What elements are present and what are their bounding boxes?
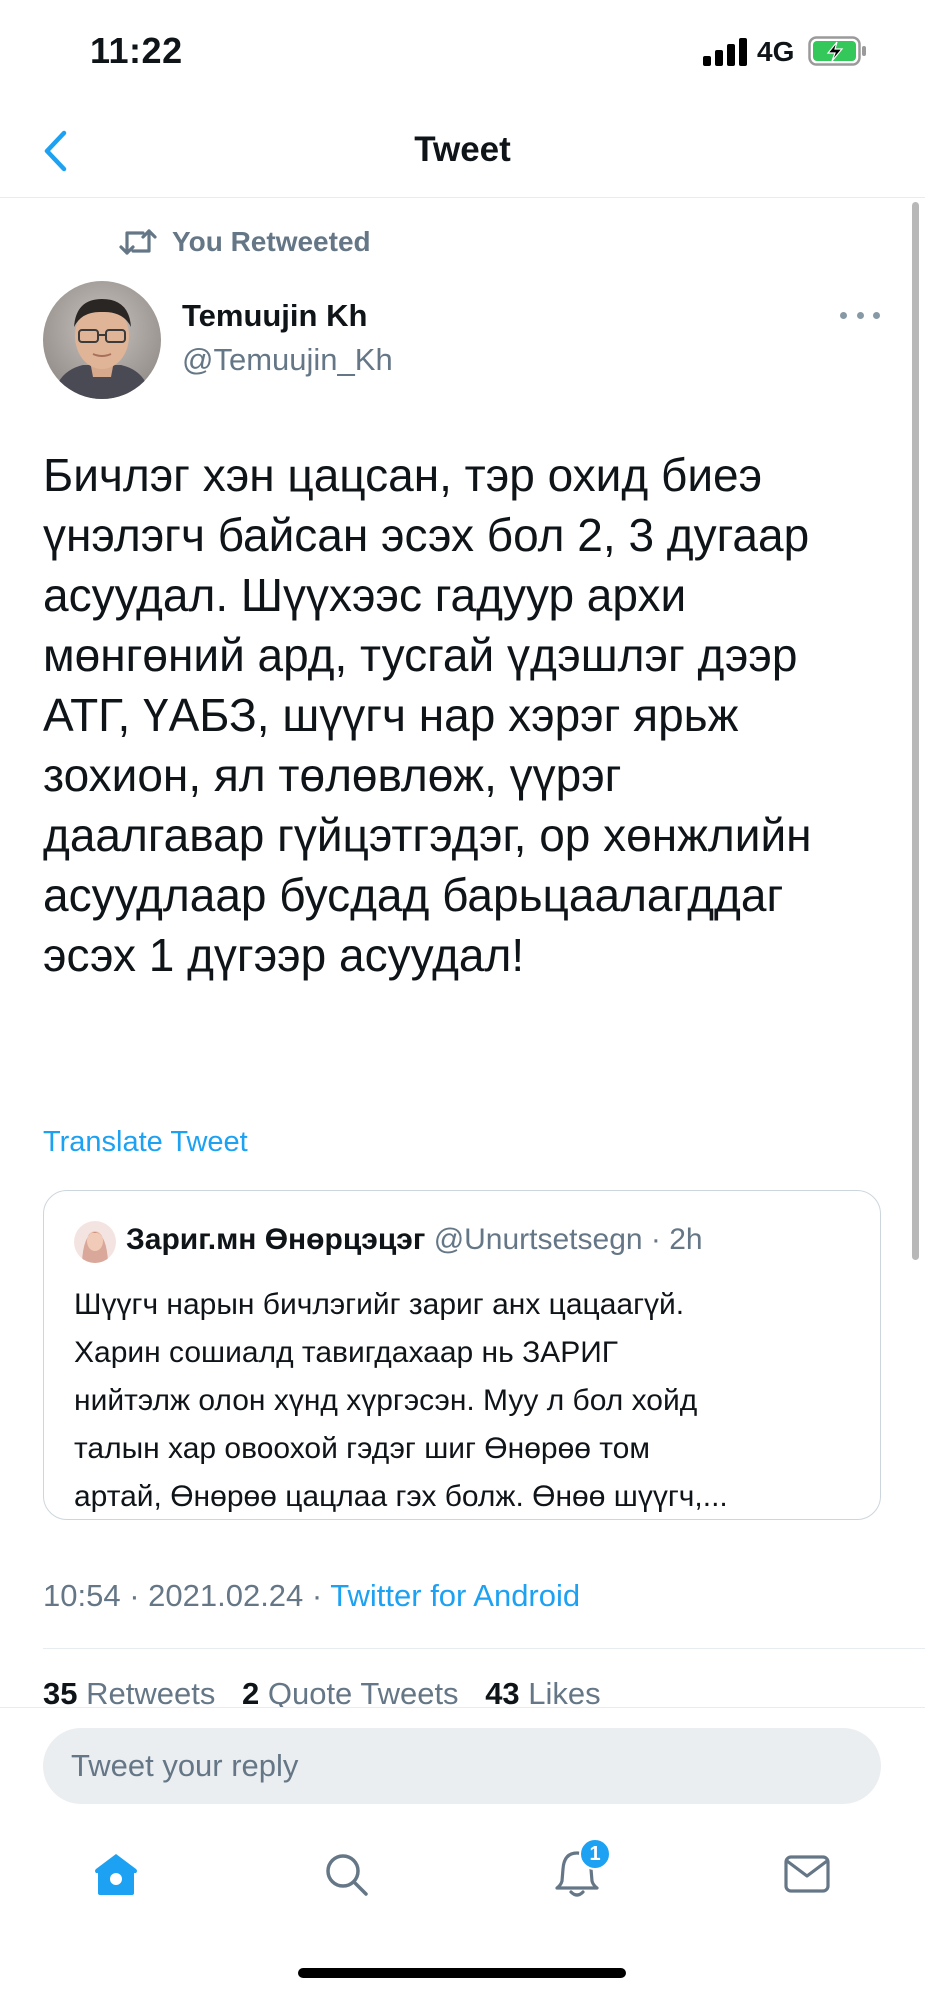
tweet-text-line: АТГ, ҮАБЗ, шүүгч нар хэрэг ярьж (43, 689, 739, 741)
quote-author-name: Зариг.мн Өнөрцэцэг (126, 1223, 426, 1256)
tab-home[interactable] (86, 1844, 146, 1904)
tweet-text-line: асуудал. Шүүхээс гадуур архи (43, 569, 687, 621)
quote-author-handle: @Unurtsetsegn (433, 1223, 643, 1256)
notifications-badge: 1 (579, 1838, 611, 1870)
quote-text-line: талын хар овоохой гэдэг шиг Өнөрөө том (74, 1432, 650, 1465)
retweets-label: Retweets (86, 1676, 216, 1711)
reply-bar (0, 1707, 925, 1807)
quote-tweets-label: Quote Tweets (267, 1676, 459, 1711)
tweet-text-line: Бичлэг хэн цацсан, тэр охид биеэ (43, 449, 763, 501)
quote-avatar (74, 1221, 116, 1263)
tweet-text-line: эсэх 1 дүгээр асуудал! (43, 929, 525, 981)
likes-count: 43 (485, 1676, 520, 1711)
likes-label: Likes (528, 1676, 601, 1711)
home-indicator[interactable] (298, 1968, 626, 1978)
tab-bar: 1 (0, 1820, 925, 1930)
quote-text-line: нийтэлж олон хүнд хүргэсэн. Муу л бол хо… (74, 1384, 698, 1417)
more-dot-icon (873, 311, 880, 319)
author-avatar[interactable] (43, 281, 161, 399)
home-icon (95, 1854, 137, 1895)
quote-text-line: артай, Өнөрөө цацлаа гэх болж. Өнөө шүүг… (74, 1480, 728, 1513)
tweet-text: Бичлэг хэн цацсан, тэр охид биеэ үнэлэгч… (43, 445, 893, 985)
meta-separator: · (303, 1578, 331, 1613)
tweet-text-line: мөнгөний ард, тусгай үдэшлэг дээр (43, 629, 798, 681)
divider (43, 1648, 925, 1649)
quote-tweets-stat[interactable]: 2 Quote Tweets (242, 1676, 459, 1711)
tab-notifications[interactable]: 1 (547, 1838, 611, 1904)
translate-tweet-link[interactable]: Translate Tweet (43, 1126, 248, 1159)
tweet-text-line: зохион, ял төлөвлөж, үүрэг (43, 749, 622, 801)
network-type: 4G (757, 36, 795, 67)
author-handle[interactable]: @Temuujin_Kh (182, 342, 393, 378)
tweet-text-line: үнэлэгч байсан эсэх бол 2, 3 дугаар (43, 509, 810, 561)
status-bar: 11:22 4G (0, 0, 925, 104)
meta-separator: · (120, 1578, 149, 1613)
avatar-photo (74, 1221, 116, 1263)
quote-time: 2h (669, 1223, 703, 1256)
likes-stat[interactable]: 43 Likes (485, 1676, 600, 1711)
retweets-count: 35 (43, 1676, 78, 1711)
author-name[interactable]: Temuujin Kh (182, 298, 367, 334)
retweet-icon (119, 229, 157, 255)
retweet-label: You Retweeted (172, 226, 371, 257)
reply-input[interactable] (43, 1728, 881, 1804)
quote-text-line: Шүүгч нарын бичлэгийг зариг анх цацаагүй… (74, 1288, 685, 1321)
quote-text-line: Харин сошиалд тавигдахаар нь ЗАРИГ (74, 1336, 619, 1369)
battery-charging-icon (808, 36, 866, 66)
tweet-source-link[interactable]: Twitter for Android (330, 1578, 580, 1613)
mail-icon (784, 1855, 830, 1893)
more-dot-icon (856, 311, 864, 319)
tweet-time: 10:54 (43, 1578, 121, 1613)
status-time: 11:22 (90, 30, 183, 71)
nav-bar: Tweet (0, 104, 925, 198)
tab-search[interactable] (316, 1844, 376, 1904)
retweet-indicator: You Retweeted (118, 222, 371, 262)
cellular-signal-icon (703, 38, 749, 66)
more-dot-icon (840, 311, 847, 319)
retweets-stat[interactable]: 35 Retweets (43, 1676, 215, 1711)
tweet-timestamp: 10:54 · 2021.02.24 · Twitter for Android (43, 1578, 580, 1614)
tweet-text-line: асуудлаар бусдад барьцаалагддаг (43, 869, 784, 921)
more-options-button[interactable] (840, 303, 880, 327)
tab-messages[interactable] (777, 1844, 837, 1904)
quote-header: Зариг.мн Өнөрцэцэг @Unurtsetsegn · 2h (126, 1223, 703, 1257)
quoted-tweet-card[interactable]: Зариг.мн Өнөрцэцэг @Unurtsetsegn · 2h Шү… (43, 1190, 881, 1520)
search-icon (326, 1854, 368, 1896)
tweet-text-line: даалгавар гүйцэтгэдэг, ор хөнжлийн (43, 809, 812, 861)
tweet-date: 2021.02.24 (148, 1578, 304, 1613)
quote-tweets-count: 2 (241, 1676, 260, 1711)
avatar-photo (43, 281, 161, 399)
scrollbar[interactable] (912, 202, 919, 1260)
quote-separator: · (642, 1223, 670, 1256)
quote-text: Шүүгч нарын бичлэгийг зариг анх цацаагүй… (74, 1281, 864, 1521)
page-title: Tweet (414, 130, 511, 169)
